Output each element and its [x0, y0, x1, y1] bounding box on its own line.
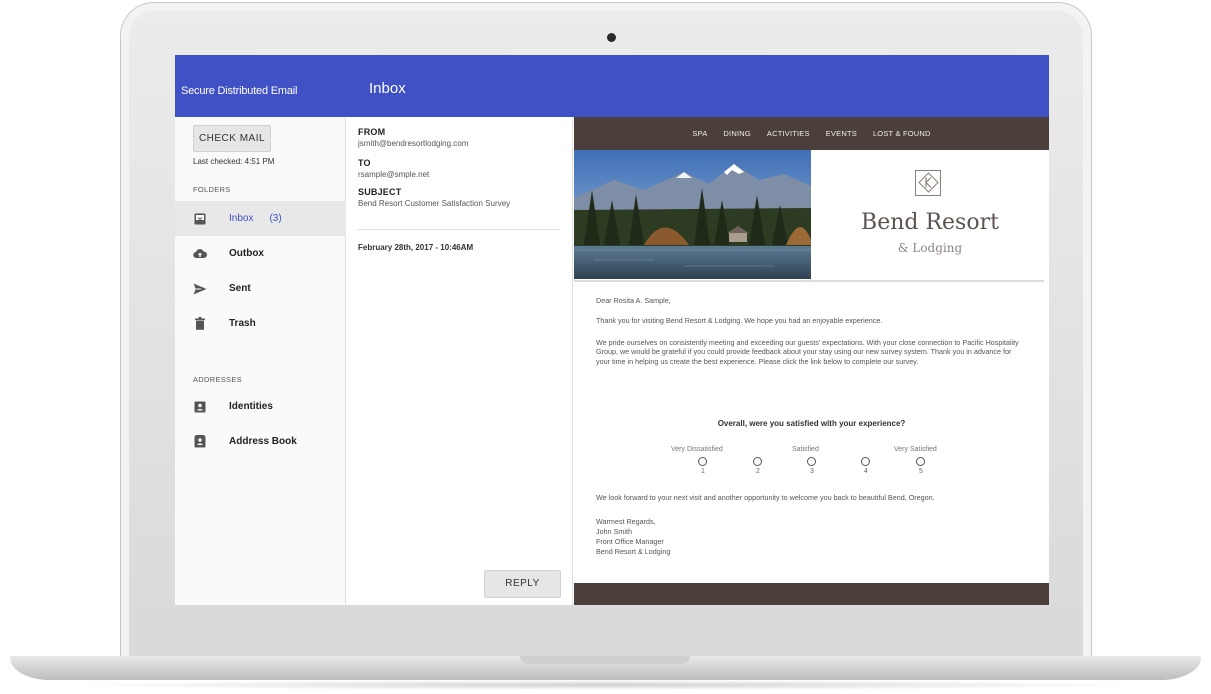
survey-number-5: 5 [919, 468, 923, 475]
address-book-icon [193, 435, 207, 449]
scale-label-mid: Satisfied [792, 446, 819, 453]
meta-divider [358, 229, 560, 230]
nav-spa[interactable]: SPA [692, 129, 707, 138]
signoff: Warmest Regards, [596, 517, 656, 526]
folder-inbox[interactable]: Inbox (3) [175, 201, 346, 236]
survey-number-4: 4 [864, 468, 868, 475]
folder-trash-label: Trash [229, 318, 256, 329]
reply-button[interactable]: REPLY [484, 570, 561, 598]
subject-label: SUBJECT [358, 187, 402, 197]
nav-activities[interactable]: ACTIVITIES [767, 129, 810, 138]
message-details-pane: FROM jsmith@bendresortlodging.com TO rsa… [346, 117, 573, 605]
folder-inbox-label: Inbox [229, 213, 254, 224]
to-label: TO [358, 158, 371, 168]
signer-title: Front Office Manager [596, 537, 664, 546]
survey-radio-1[interactable] [698, 457, 707, 466]
addresses-address-book[interactable]: Address Book [175, 424, 346, 459]
webcam [607, 33, 616, 42]
address-book-label: Address Book [229, 436, 297, 447]
app-header: Secure Distributed Email Inbox [175, 55, 1049, 117]
folder-outbox[interactable]: Outbox [175, 236, 346, 271]
subject-value: Bend Resort Customer Satisfaction Survey [358, 199, 511, 208]
resort-brand: Bend Resort & Lodging [811, 150, 1049, 279]
email-body: SPA DINING ACTIVITIES EVENTS LOST & FOUN… [574, 117, 1049, 605]
from-label: FROM [358, 127, 386, 137]
survey-number-1: 1 [701, 468, 705, 475]
app-screen: Secure Distributed Email Inbox CHECK MAI… [175, 55, 1049, 605]
content-divider [574, 280, 1044, 282]
addresses-identities[interactable]: Identities [175, 389, 346, 424]
laptop-shadow [60, 680, 1150, 690]
resort-logo-mark [915, 170, 941, 196]
inbox-icon [193, 212, 207, 226]
signer-name: John Smith [596, 527, 632, 536]
inbox-unread-count: (3) [269, 213, 282, 224]
folder-sent-label: Sent [229, 283, 251, 294]
cloud-upload-icon [193, 247, 207, 261]
app-title: Secure Distributed Email [181, 85, 298, 97]
nav-lost-found[interactable]: LOST & FOUND [873, 129, 931, 138]
identities-label: Identities [229, 401, 273, 412]
signer-organization: Bend Resort & Lodging [596, 547, 671, 556]
scale-label-low: Very Dissatisfied [671, 446, 723, 453]
send-icon [193, 282, 207, 296]
laptop-notch [520, 656, 690, 664]
last-checked-text: Last checked: 4:51 PM [193, 157, 275, 166]
paragraph-survey-intro: We pride ourselves on consistently meeti… [596, 338, 1019, 366]
message-date: February 28th, 2017 - 10:46AM [358, 243, 474, 252]
closing-paragraph: We look forward to your next visit and a… [596, 493, 935, 502]
resort-name: Bend Resort [861, 210, 999, 235]
trash-icon [193, 317, 207, 331]
resort-nav: SPA DINING ACTIVITIES EVENTS LOST & FOUN… [574, 117, 1049, 150]
identity-card-icon [193, 400, 207, 414]
survey-radio-5[interactable] [916, 457, 925, 466]
paragraph-thanks: Thank you for visiting Bend Resort & Lod… [596, 316, 883, 325]
to-value: rsample@smple.net [358, 170, 430, 179]
sidebar: CHECK MAIL Last checked: 4:51 PM FOLDERS… [175, 117, 346, 605]
survey-radio-4[interactable] [861, 457, 870, 466]
folder-trash[interactable]: Trash [175, 306, 346, 341]
check-mail-button[interactable]: CHECK MAIL [193, 125, 271, 152]
email-footer-bar [574, 583, 1049, 605]
greeting: Dear Rosita A. Sample, [596, 296, 671, 305]
resort-lake-photo [574, 150, 811, 279]
resort-subtitle: & Lodging [897, 241, 963, 255]
nav-dining[interactable]: DINING [723, 129, 750, 138]
survey-question: Overall, were you satisfied with your ex… [717, 419, 906, 428]
survey-radio-2[interactable] [753, 457, 762, 466]
survey-radio-3[interactable] [807, 457, 816, 466]
addresses-heading: ADDRESSES [193, 375, 242, 384]
folder-outbox-label: Outbox [229, 248, 264, 259]
scale-label-high: Very Satisfied [894, 446, 937, 453]
from-value: jsmith@bendresortlodging.com [358, 139, 469, 148]
folders-heading: FOLDERS [193, 185, 231, 194]
nav-events[interactable]: EVENTS [826, 129, 857, 138]
folder-sent[interactable]: Sent [175, 271, 346, 306]
view-title: Inbox [369, 80, 406, 97]
survey-number-2: 2 [756, 468, 760, 475]
survey-number-3: 3 [810, 468, 814, 475]
